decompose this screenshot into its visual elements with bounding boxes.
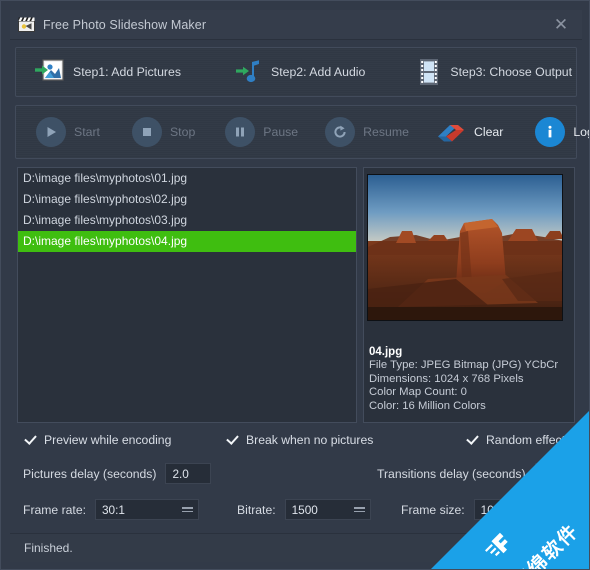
checkmark-icon <box>23 433 37 447</box>
pictures-delay-input[interactable]: 2.0 <box>165 463 212 484</box>
add-audio-icon <box>234 58 262 86</box>
step3-label: Step3: Choose Output <box>450 65 573 79</box>
bitrate-select[interactable]: 1500 <box>284 499 371 520</box>
status-bar: Finished. <box>10 533 582 562</box>
transitions-delay-label: Transitions delay (seconds) <box>377 466 526 481</box>
frame-size-value: 1080x <box>480 502 513 517</box>
start-label: Start <box>74 125 100 139</box>
start-button[interactable]: Start <box>36 117 100 147</box>
stop-label: Stop <box>169 125 196 139</box>
frame-rate-select[interactable]: 30:1 <box>95 499 199 520</box>
title-bar: Free Photo Slideshow Maker ✕ <box>10 10 582 40</box>
eraser-icon <box>436 120 466 144</box>
meta-file-type: File Type: JPEG Bitmap (JPG) YCbCr <box>369 359 559 371</box>
bitrate-label: Bitrate: <box>237 502 276 517</box>
app-window: Free Photo Slideshow Maker ✕ Step1: Add … <box>0 0 590 570</box>
chevron-down-icon <box>182 507 193 512</box>
checkbox-break-when-no-pictures[interactable]: Break when no pictures <box>225 433 373 447</box>
checkbox-random-effects[interactable]: Random effects <box>465 433 571 447</box>
meta-color-map-count: Color Map Count: 0 <box>369 386 467 398</box>
chevron-down-icon <box>353 507 365 512</box>
step3-choose-output-button[interactable]: Step3: Choose Output <box>417 58 572 86</box>
frame-size-field: Frame size: 1080x <box>401 499 564 520</box>
checkbox-preview-while-encoding[interactable]: Preview while encoding <box>23 433 171 447</box>
pause-label: Pause <box>263 125 299 139</box>
film-strip-icon <box>417 58 441 86</box>
list-item-selected[interactable]: D:\image files\myphotos\04.jpg <box>18 231 356 252</box>
step2-label: Step2: Add Audio <box>271 65 366 79</box>
resume-button[interactable]: Resume <box>325 117 409 147</box>
info-icon <box>535 117 566 147</box>
close-icon[interactable]: ✕ <box>546 12 576 38</box>
add-pictures-icon <box>34 58 64 86</box>
file-list[interactable]: D:\image files\myphotos\01.jpg D:\image … <box>17 167 357 423</box>
steps-panel: Step1: Add Pictures Step2: Add Audio Ste… <box>15 47 577 97</box>
pictures-delay-label: Pictures delay (seconds) <box>23 466 157 481</box>
step1-add-pictures-button[interactable]: Step1: Add Pictures <box>34 58 181 86</box>
stop-icon <box>131 117 162 147</box>
bitrate-field: Bitrate: 1500 <box>237 499 371 520</box>
stop-button[interactable]: Stop <box>131 117 196 147</box>
frame-size-label: Frame size: <box>401 502 465 517</box>
clear-button[interactable]: Clear <box>436 120 503 144</box>
bitrate-value: 1500 <box>291 502 318 517</box>
meta-filename: 04.jpg <box>369 346 403 358</box>
pause-icon <box>225 117 256 147</box>
window-title: Free Photo Slideshow Maker <box>43 17 207 32</box>
chevron-down-icon <box>546 507 558 512</box>
frame-rate-value: 30:1 <box>102 502 125 517</box>
controls-panel: Start Stop Pause Resume Clear Lo <box>15 105 589 159</box>
image-metadata: 04.jpg File Type: JPEG Bitmap (JPG) YCbC… <box>369 346 572 413</box>
clear-label: Clear <box>473 125 504 139</box>
resume-label: Resume <box>363 125 409 139</box>
step2-add-audio-button[interactable]: Step2: Add Audio <box>234 58 365 86</box>
frame-rate-label: Frame rate: <box>23 502 86 517</box>
options-row: Preview while encoding Break when no pic… <box>17 433 575 455</box>
frame-rate-field: Frame rate: 30:1 <box>23 499 199 520</box>
checkmark-icon <box>465 433 479 447</box>
transitions-delay-field: Transitions delay (seconds) 1 <box>377 463 581 484</box>
pictures-delay-field: Pictures delay (seconds) 2.0 <box>23 463 212 484</box>
pause-button[interactable]: Pause <box>225 117 298 147</box>
preview-panel: 04.jpg File Type: JPEG Bitmap (JPG) YCbC… <box>363 167 575 423</box>
delay-settings-row: Pictures delay (seconds) 2.0 Transitions… <box>17 463 581 489</box>
logs-label: Logs <box>573 125 589 139</box>
play-icon <box>36 117 66 147</box>
clapperboard-icon <box>18 17 35 32</box>
checkbox-label: Break when no pictures <box>246 433 374 447</box>
list-item[interactable]: D:\image files\myphotos\02.jpg <box>18 189 356 210</box>
checkbox-label: Preview while encoding <box>44 433 172 447</box>
meta-color: Color: 16 Million Colors <box>369 399 486 412</box>
list-item[interactable]: D:\image files\myphotos\01.jpg <box>18 168 356 189</box>
preview-thumbnail <box>367 174 563 321</box>
transitions-delay-input[interactable]: 1 <box>534 463 581 484</box>
list-item[interactable]: D:\image files\myphotos\03.jpg <box>18 210 356 231</box>
logs-button[interactable]: Logs <box>535 117 589 147</box>
resume-icon <box>325 117 356 147</box>
step1-label: Step1: Add Pictures <box>73 65 182 79</box>
status-text: Finished. <box>24 541 73 555</box>
checkmark-icon <box>225 433 239 447</box>
meta-dimensions: Dimensions: 1024 x 768 Pixels <box>369 372 524 385</box>
frame-size-select[interactable]: 1080x <box>473 499 564 520</box>
checkbox-label: Random effects <box>486 433 572 447</box>
encoding-settings-row: Frame rate: 30:1 Bitrate: 1500 Frame siz… <box>17 499 575 525</box>
